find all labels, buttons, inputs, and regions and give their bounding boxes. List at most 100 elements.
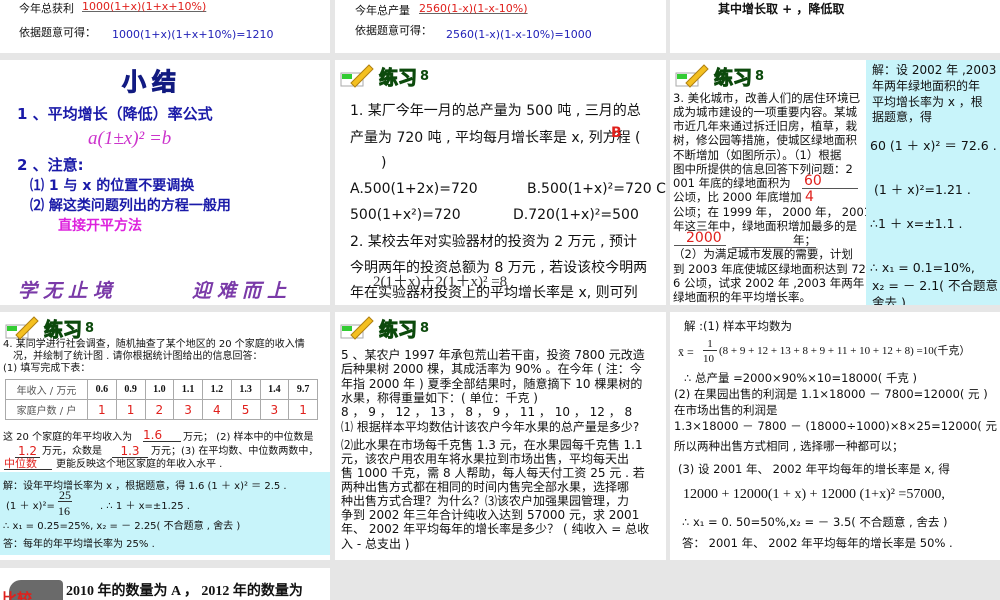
slide-thumbnail-8[interactable]: 练习 8 5 、某农户 1997 年承包荒山若干亩，投资 7800 元改造 后种… [335, 312, 666, 560]
output-label: 今年总产量 [355, 4, 410, 17]
solution-panel: 解：设 2002 年 ,2003 年两年绿地面积的年 平均增长率为 x ，根 据… [866, 60, 1000, 305]
question-line: 两种出售方式都在相同的时间内售完全部水果，选择哪 [341, 480, 630, 494]
table-cell: 2 [144, 399, 175, 420]
practice-header: 练习 8 [674, 62, 764, 90]
table-row: 年收入 / 万元 0.6 0.9 1.0 1.1 1.2 1.3 1.4 9.7 [5, 379, 318, 400]
motto-1: 学无止境 [18, 280, 119, 302]
table-cell: 1.3 [230, 379, 261, 400]
solution-line: 解 :(1) 样本平均数为 [684, 319, 792, 333]
table-cell: 3 [173, 399, 203, 420]
table-cell: 5 [230, 399, 261, 420]
question-line: ⑴ 根据样本平均数估计该农户今年水果的总产量是多少? [341, 420, 640, 434]
question-line: 售 1000 千克，需 8 人帮助，每人每天付工资 25 元 . 若 [341, 466, 645, 480]
answer-year: 2000 [674, 231, 726, 246]
mean-calculation: (8 + 9 + 12 + 13 + 8 + 9 + 11 + 10 + 12 … [719, 345, 971, 357]
question-line: 3. 美化城市，改善人们的居住环境已 [673, 91, 861, 105]
solution-line: . ∴ 1 ＋ x=±1.25 . [100, 501, 190, 512]
practice-title: 练习 [713, 66, 753, 89]
solution-line: 60 (1 ＋ x)² ＝ 72.6 . [870, 138, 997, 153]
table-header: 年收入 / 万元 [5, 379, 88, 400]
profit-label: 今年总获利 [19, 2, 74, 15]
practice-number: 8 [755, 68, 765, 84]
pencil-notebook-icon [340, 316, 374, 340]
solution-panel: 解：设年平均增长率为 x ，根据题意，得 1.6 (1 ＋ x)² ＝ 2.5 … [0, 472, 330, 555]
answer-mean: 1.6 [143, 429, 181, 442]
income-table: 年收入 / 万元 0.6 0.9 1.0 1.1 1.2 1.3 1.4 9.7… [5, 379, 318, 420]
slide-thumbnail-10[interactable]: 比较 2010 年的数量为 A ， 2012 年的数量为 [0, 568, 330, 600]
point-2: 2 、注意: [17, 156, 84, 174]
question-line: 1. 某厂今年一月的总产量为 500 吨 , 三月的总 [350, 103, 641, 119]
solution-line: 所以两种出售方式相同 , 选择哪一种都可以； [674, 439, 904, 453]
note-2: ⑵ 解这类问题列出的方程一般用 [30, 198, 231, 214]
mean-symbol: x̄ = [678, 345, 694, 359]
solution-line: ∴1 ＋ x=±1.1 . [870, 216, 963, 231]
table-cell: 3 [259, 399, 290, 420]
slide-thumbnail-4[interactable]: 小结 1 、平均增长（降低）率公式 a(1±x)² =b 2 、注意: ⑴ 1 … [0, 60, 330, 305]
question-line: （2）为满足城市发展的需要，计划 [673, 247, 853, 261]
question-line: 成为城市建设的一项重要内容。某城 [673, 105, 857, 119]
question-line: (1) 填写完成下表： [3, 363, 91, 374]
table-cell: 1.1 [173, 379, 203, 400]
question-line: 入 - 总支出 ) [341, 537, 410, 551]
growth-formula: a(1±x)² =b [88, 128, 172, 149]
slide-thumbnail-2[interactable]: 今年总产量 2560(1-x)(1-x-10%) 依据题意可得： 2560(1-… [335, 0, 666, 53]
slide-thumbnail-6[interactable]: 练习 8 3. 美化城市，改善人们的居住环境已 成为城市建设的一项重要内容。某城… [670, 60, 1000, 305]
final-answer: 答： 2001 年、 2002 年平均每年的增长率是 50% . [682, 536, 953, 550]
slide-thumbnail-5[interactable]: 练习 8 1. 某厂今年一月的总产量为 500 吨 , 三月的总 产量为 720… [335, 60, 666, 305]
solution-line: ∴ x₁ = 0. 50=50%,x₂ = － 3.5( 不合题意 , 舍去 ) [682, 515, 948, 529]
option-c: 500(1+x²)=720 [350, 207, 461, 223]
note-3: 直接开平方法 [58, 218, 142, 234]
solution-line: ∴ 总产量 =2000×90%×10=18000( 千克 ) [684, 371, 917, 385]
fraction-denominator: 16 [58, 504, 70, 518]
basis-label: 依据题意可得： [355, 24, 432, 37]
question-line: 年； [732, 234, 816, 248]
table-cell: 1.4 [259, 379, 290, 400]
pencil-notebook-icon [5, 316, 39, 340]
practice-number: 8 [420, 320, 430, 336]
practice-number: 8 [420, 68, 430, 84]
option-d: D.720(1+x)²=500 [513, 207, 639, 223]
solution-line: 据题意，得 [872, 110, 933, 124]
solution-line: 平均增长率为 x ，根 [872, 95, 983, 109]
practice-header: 练习 8 [339, 314, 429, 342]
solution-line: 解：设 2002 年 ,2003 [872, 63, 997, 77]
equation: 2560(1-x)(1-x-10%)=1000 [446, 28, 592, 41]
practice-number: 8 [85, 320, 95, 336]
practice-title: 练习 [43, 318, 83, 341]
table-cell: 9.7 [288, 379, 318, 400]
basis-label: 依据题意可得： [19, 26, 96, 39]
solution-line: 1.3×18000 － 7800 － (18000÷1000)×8×25=120… [674, 419, 1000, 433]
solution-line: x₂ = － 2.1( 不合题意 , [872, 278, 1000, 293]
question-line: 元，该农户用农用车将水果拉到市场出售，平均每天出 [341, 452, 630, 466]
solution-line: ∴ x₁ = 0.1=10%, [870, 260, 975, 275]
question-line: 绿地面积的年平均增长率。 [673, 290, 811, 304]
slide-thumbnail-9[interactable]: 解 :(1) 样本平均数为 x̄ = 1 10 (8 + 9 + 12 + 13… [670, 312, 1000, 560]
question-line: 5 、某农户 1997 年承包荒山若干亩，投资 7800 元改造 [341, 348, 645, 362]
question-line: 更能反映这个地区家庭的年收入水平 . [56, 459, 223, 470]
option-b: B.500(1+x)²=720 C. [527, 181, 666, 197]
slide-thumbnail-3[interactable]: 其中增长取 + ，降低取 [670, 0, 1000, 53]
solution-line: (3) 设 2001 年、 2002 年平均每年的增长率是 x, 得 [678, 462, 950, 476]
solution-line: (1 ＋ x)²= [6, 501, 55, 512]
slide-thumbnail-7[interactable]: 练习 8 4. 某同学进行社会调查，随机抽查了某个地区的 20 个家庭的收入情 … [0, 312, 330, 560]
practice-header: 练习 8 [339, 62, 429, 90]
table-cell: 1.2 [202, 379, 232, 400]
question-line: 公顷，比 2000 年底增加 [673, 190, 802, 204]
motto-2: 迎难而上 [192, 280, 293, 302]
solution-line: 在市场出售的利润是 [674, 403, 778, 417]
question-line: 001 年底的绿地面积为 [673, 176, 791, 190]
slide-thumbnail-1[interactable]: 今年总获利 1000(1+x)(1+x+10%) 依据题意可得： 1000(1+… [0, 0, 330, 53]
pencil-notebook-icon [340, 64, 374, 88]
question-line: 今明两年的投资总额为 8 万元 , 若设该校今明两 [350, 260, 648, 276]
answer-mark: B [611, 125, 622, 141]
output-expression: 2560(1-x)(1-x-10%) [419, 2, 528, 15]
table-cell: 1.0 [144, 379, 175, 400]
question-line: 4. 某同学进行社会调查，随机抽查了某个地区的 20 个家庭的收入情 [3, 339, 305, 350]
question-line: 到 2003 年底使城区绿地面积达到 72 [673, 262, 866, 276]
table-cell: 1 [115, 399, 146, 420]
pencil-notebook-icon [675, 64, 709, 88]
question-line: 树，修公园等措施，使城区绿地面积 [673, 133, 857, 147]
question-line: 万元； (2) 样本中的中位数是 [183, 432, 314, 443]
solution-line: ∴ x₁ = 0.25=25%, x₂ = － 2.25( 不合题意 , 舍去 … [3, 521, 241, 532]
solution-line: (2) 在果园出售的利润是 1.1×18000 － 7800=12000( 元 … [674, 387, 988, 401]
